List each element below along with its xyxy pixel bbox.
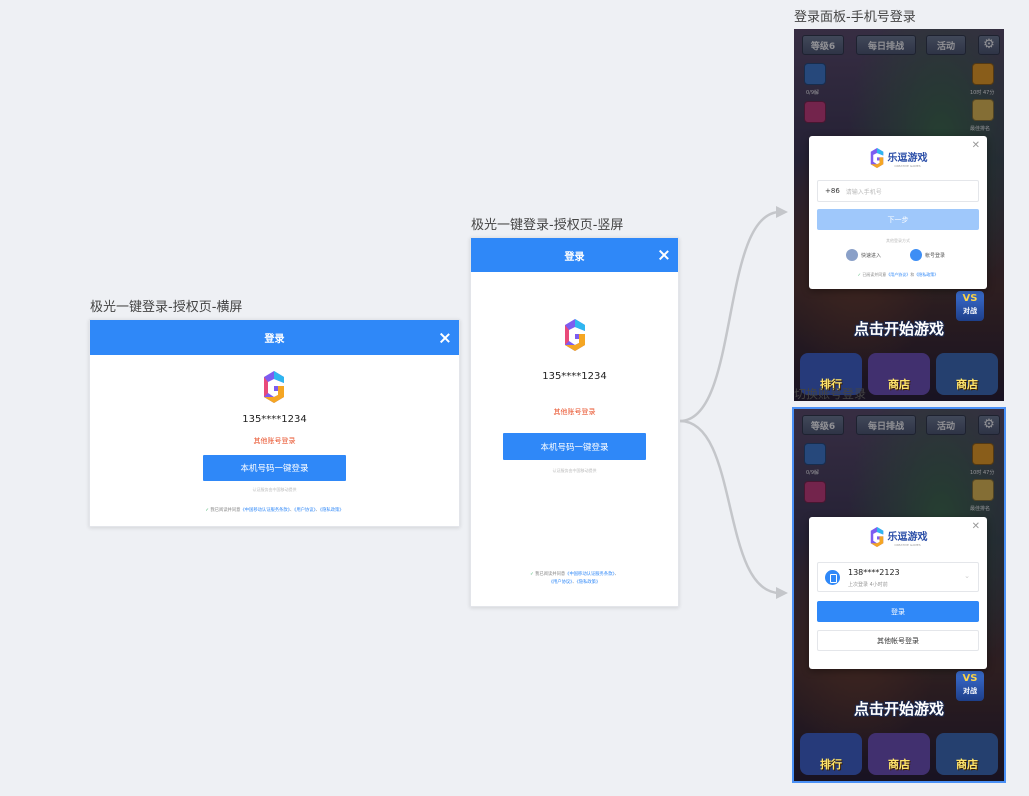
vs-label: VS [962, 293, 978, 304]
close-icon[interactable] [658, 249, 670, 261]
next-button[interactable]: 下一步 [817, 209, 979, 230]
vs-caption: 对战 [963, 307, 977, 315]
user-icon [910, 249, 922, 261]
auth-header-title: 登录 [564, 251, 585, 263]
vs-label: VS [962, 673, 978, 684]
checkbox-icon[interactable]: ✓ [858, 272, 861, 277]
app-logo-icon [565, 319, 585, 351]
mall-button[interactable]: 商店 [936, 353, 998, 395]
frame-title-portrait: 极光一键登录-授权页-竖屏 [471, 218, 624, 233]
saved-account-row[interactable]: 138****2123 上次登录 4小时前 ⌄ [817, 562, 979, 592]
user-agreement-link[interactable]: 《用户协议》 [886, 272, 910, 277]
privacy-policy-link[interactable]: 《隐私政策》 [914, 272, 938, 277]
connector-to-account-panel [679, 419, 781, 595]
brand-name: 乐逗游戏 [887, 531, 928, 543]
rank-button[interactable]: 排行 [800, 733, 862, 775]
phone-input[interactable]: +86 请输入手机号 [817, 180, 979, 202]
chevron-down-icon[interactable]: ⌄ [964, 572, 970, 580]
agreement-line: ✓ 我已阅读并同意《中国移动认证服务条款》、 《用户协议》、《隐私政策》 [471, 571, 678, 587]
app-logo-icon [264, 371, 284, 403]
agree-prefix: 我已阅读并同意 [210, 508, 241, 513]
last-login-time: 上次登录 4小时前 [848, 582, 888, 588]
one-click-login-button[interactable]: 本机号码一键登录 [203, 455, 346, 481]
brand-subtitle: CREATIVE GAMES [894, 542, 921, 547]
phone-icon [825, 570, 840, 585]
other-methods-label: 其他登录方式 [886, 238, 910, 243]
service-terms-link[interactable]: 《中国移动认证服务条款》 [240, 508, 289, 513]
agree-sep: 、 [614, 572, 619, 577]
shop-button[interactable]: 商店 [868, 353, 930, 395]
brand-logo: 乐逗游戏 CREATIVE GAMES [809, 148, 987, 168]
service-note: 认证服务由中国移动提供 [252, 487, 297, 492]
auth-header: 登录 [471, 238, 678, 272]
brand-g-icon [870, 527, 883, 547]
account-login-option[interactable]: 帐号登录 [910, 249, 945, 261]
service-note: 认证服务由中国移动提供 [552, 468, 597, 473]
brand-name: 乐逗游戏 [887, 152, 928, 164]
agreement-line: ✓ 我已阅读并同意《中国移动认证服务条款》、《用户协议》、《隐私政策》 [90, 507, 459, 515]
account-login-panel: ✕ 乐逗游戏 CREATIVE GAMES 138****2123 上次登录 4… [809, 517, 987, 669]
other-account-link[interactable]: 其他账号登录 [471, 407, 678, 417]
masked-phone-number: 135****1234 [542, 371, 607, 382]
brand-subtitle: CREATIVE GAMES [894, 163, 921, 168]
frame-title-landscape: 极光一键登录-授权页-横屏 [90, 300, 243, 315]
one-click-login-button[interactable]: 本机号码一键登录 [503, 433, 646, 460]
quick-enter-icon [846, 249, 858, 261]
connector-to-phone-panel [679, 210, 781, 423]
account-login-label: 帐号登录 [925, 252, 946, 259]
masked-phone-number: 135****1234 [242, 414, 307, 425]
mall-button[interactable]: 商店 [936, 733, 998, 775]
quick-enter-label: 快速进入 [861, 252, 882, 259]
versus-button[interactable]: VS 对战 [956, 671, 984, 701]
checkbox-icon[interactable]: ✓ [530, 572, 534, 577]
agree-prefix: 已阅读并同意 [862, 272, 887, 277]
auth-header-title: 登录 [264, 334, 285, 345]
start-game-text[interactable]: 点击开始游戏 [794, 318, 1004, 339]
auth-card-landscape: 登录 135****1234 其他账号登录 本机号码一键登录 认证服务由中国移动… [89, 319, 460, 527]
auth-card-portrait: 登录 135****1234 其他账号登录 本机号码一键登录 认证服务由中国移动… [470, 237, 679, 607]
phone-placeholder: 请输入手机号 [845, 188, 882, 196]
login-button[interactable]: 登录 [817, 601, 979, 622]
user-agreement-link[interactable]: 《用户协议》 [294, 508, 315, 513]
country-code[interactable]: +86 [825, 187, 840, 195]
auth-header: 登录 [90, 320, 459, 355]
agree-prefix: 我已阅读并同意 [535, 572, 566, 577]
other-account-button[interactable]: 其他帐号登录 [817, 630, 979, 651]
saved-phone-number: 138****2123 [848, 568, 900, 577]
brand-logo: 乐逗游戏 CREATIVE GAMES [809, 527, 987, 547]
phone-login-panel: ✕ 乐逗游戏 CREATIVE GAMES +86 请输入手机号 下一步 其他登… [809, 136, 987, 289]
frame-title-phone-panel: 登录面板-手机号登录 [794, 10, 916, 25]
user-agreement-link[interactable]: 《用户协议》 [549, 580, 573, 585]
arrow-head-icon [776, 587, 788, 599]
brand-g-icon [870, 148, 883, 168]
start-game-text[interactable]: 点击开始游戏 [794, 698, 1004, 719]
service-terms-link[interactable]: 《中国移动认证服务条款》 [565, 572, 614, 577]
versus-button[interactable]: VS 对战 [956, 291, 984, 321]
close-icon[interactable] [439, 332, 451, 344]
quick-enter-option[interactable]: 快速进入 [846, 249, 881, 261]
shop-button[interactable]: 商店 [868, 733, 930, 775]
privacy-policy-link[interactable]: 《隐私政策》 [320, 508, 344, 513]
game-screen-phone-login: 等级6 每日排战 活动 ⚙ 0/9解 10时 47分 最佳排名 VS 对战 点击开… [794, 29, 1004, 401]
panel-agreement: ✓ 已阅读并同意《用户协议》和《隐私政策》 [809, 272, 987, 278]
arrow-head-icon [776, 206, 788, 218]
vs-caption: 对战 [963, 687, 977, 695]
privacy-policy-link[interactable]: 《隐私政策》 [577, 580, 601, 585]
frame-title-account-panel: 切换账号登录 [794, 387, 867, 401]
checkbox-icon[interactable]: ✓ [205, 508, 209, 513]
other-account-link[interactable]: 其他账号登录 [90, 436, 459, 446]
game-screen-account-login: 等级6 每日排战 活动 ⚙ 0/9解 10时 47分 最佳排名 VS 对战 点击开… [792, 407, 1006, 783]
